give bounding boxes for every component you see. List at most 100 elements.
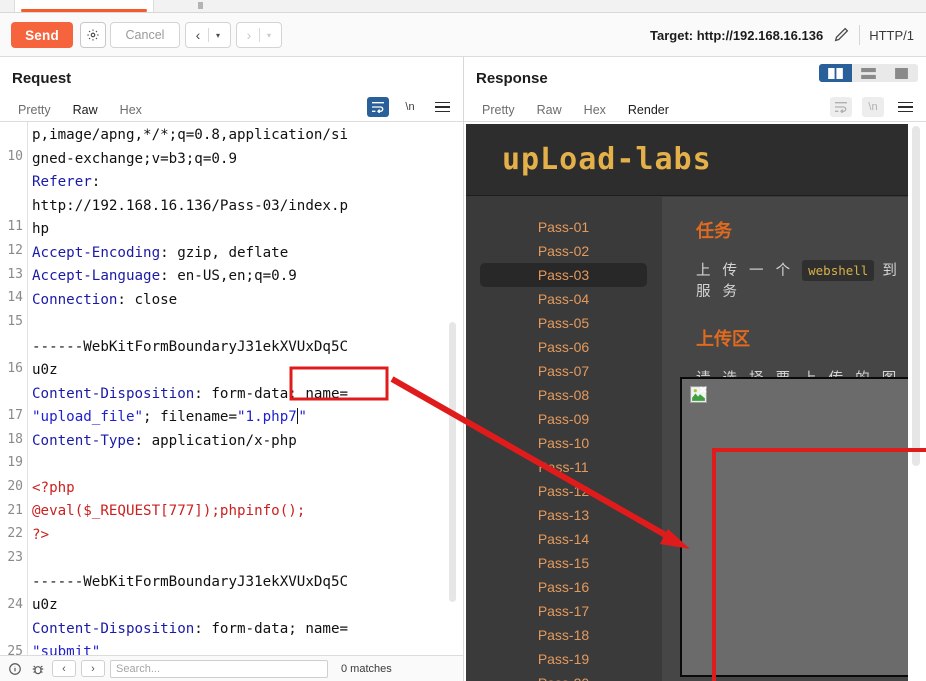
sidebar-item-pass-16[interactable]: Pass-16 bbox=[480, 575, 647, 599]
tab-hex[interactable]: Hex bbox=[573, 98, 617, 122]
layout-stacked-button[interactable] bbox=[852, 64, 885, 82]
sidebar-item-pass-02[interactable]: Pass-02 bbox=[480, 239, 647, 263]
tab-pretty[interactable]: Pretty bbox=[471, 98, 526, 122]
code-upload-file-name: "upload_file" bbox=[32, 409, 144, 425]
tab-raw[interactable]: Raw bbox=[62, 98, 109, 123]
upload-heading: 上传区 bbox=[696, 329, 750, 349]
pencil-icon[interactable] bbox=[832, 26, 850, 44]
code-line: : en-US,en;q=0.9 bbox=[160, 268, 297, 284]
response-pane: Response Pretty Raw Hex Render \n upLoad… bbox=[463, 57, 926, 681]
code-line: : form-data; name= bbox=[194, 620, 349, 637]
line-number: 16 bbox=[7, 361, 23, 376]
response-render-view[interactable]: upLoad-labs Pass-01 Pass-02 Pass-03 Pass… bbox=[464, 122, 926, 681]
broken-image-icon bbox=[690, 386, 707, 403]
sidebar-item-pass-11[interactable]: Pass-11 bbox=[480, 455, 647, 479]
sidebar-item-pass-15[interactable]: Pass-15 bbox=[480, 551, 647, 575]
sidebar-item-pass-13[interactable]: Pass-13 bbox=[480, 503, 647, 527]
search-prev-button[interactable]: ‹ bbox=[52, 660, 76, 677]
line-number-gutter: 10 11 12 13 14 15 16 17 18 19 20 21 22 2… bbox=[0, 122, 28, 655]
sidebar-item-pass-09[interactable]: Pass-09 bbox=[480, 407, 647, 431]
sidebar-item-pass-08[interactable]: Pass-08 bbox=[480, 383, 647, 407]
sidebar-item-pass-03[interactable]: Pass-03 bbox=[480, 263, 647, 287]
menu-icon[interactable] bbox=[894, 97, 916, 117]
cancel-button[interactable]: Cancel bbox=[110, 22, 180, 48]
line-number: 23 bbox=[7, 550, 23, 565]
layout-single-button[interactable] bbox=[885, 64, 918, 82]
tab-raw[interactable]: Raw bbox=[526, 98, 573, 122]
line-number: 18 bbox=[7, 432, 23, 447]
line-number: 14 bbox=[7, 290, 23, 305]
active-tab[interactable] bbox=[14, 0, 154, 12]
search-input[interactable]: Search... bbox=[110, 659, 328, 678]
code-php-open: <?php bbox=[32, 479, 75, 496]
request-editor[interactable]: 10 11 12 13 14 15 16 17 18 19 20 21 22 2… bbox=[0, 122, 463, 655]
line-number: 24 bbox=[7, 597, 23, 612]
next-request-button[interactable]: › ▾ bbox=[236, 22, 282, 48]
chevron-down-icon[interactable]: ▾ bbox=[260, 31, 278, 40]
chevron-left-icon: ‹ bbox=[195, 27, 201, 43]
sidebar-item-pass-06[interactable]: Pass-06 bbox=[480, 335, 647, 359]
request-title: Request bbox=[12, 70, 72, 87]
request-scrollbar[interactable] bbox=[449, 322, 456, 602]
sidebar-item-pass-10[interactable]: Pass-10 bbox=[480, 431, 647, 455]
layout-side-by-side-button[interactable] bbox=[819, 64, 852, 82]
sidebar-item-pass-05[interactable]: Pass-05 bbox=[480, 311, 647, 335]
layout-toggle-group bbox=[819, 64, 918, 82]
request-tool-icons: \n bbox=[367, 97, 453, 117]
response-tabs: Pretty Raw Hex Render bbox=[471, 96, 680, 123]
webshell-code-tag: webshell bbox=[802, 260, 875, 281]
rendered-website[interactable]: upLoad-labs Pass-01 Pass-02 Pass-03 Pass… bbox=[466, 124, 908, 681]
task-description: 上 传 一 个 webshell 到 服 务 bbox=[696, 259, 908, 301]
sidebar-item-pass-14[interactable]: Pass-14 bbox=[480, 527, 647, 551]
line-number: 10 bbox=[7, 149, 23, 164]
code-line-content-disposition-key: Content-Disposition bbox=[32, 385, 195, 402]
tab-hex[interactable]: Hex bbox=[109, 98, 153, 122]
word-wrap-icon[interactable] bbox=[830, 97, 852, 117]
line-number: 13 bbox=[7, 267, 23, 282]
previous-request-button[interactable]: ‹ ▾ bbox=[185, 22, 231, 48]
newline-icon[interactable]: \n bbox=[862, 97, 884, 117]
action-bar: Send Cancel ‹ ▾ › ▾ Target: http://192.1… bbox=[0, 13, 926, 57]
response-scrollbar[interactable] bbox=[912, 126, 920, 466]
sidebar-item-pass-07[interactable]: Pass-07 bbox=[480, 359, 647, 383]
site-content: 任务 上 传 一 个 webshell 到 服 务 上传区 请 选 择 要 上 … bbox=[661, 197, 908, 681]
sidebar-item-pass-19[interactable]: Pass-19 bbox=[480, 647, 647, 671]
line-number: 11 bbox=[7, 219, 23, 234]
search-next-button[interactable]: › bbox=[81, 660, 105, 677]
code-line: : application/x-php bbox=[134, 432, 297, 449]
tab-pretty[interactable]: Pretty bbox=[7, 98, 62, 122]
line-number: 19 bbox=[7, 455, 23, 470]
request-pane: Request Pretty Raw Hex \n 10 11 12 13 14… bbox=[0, 57, 463, 681]
send-button[interactable]: Send bbox=[11, 22, 73, 48]
request-raw-text[interactable]: p,image/apng,*/*;q=0.8,application/si gn… bbox=[28, 122, 463, 655]
menu-icon[interactable] bbox=[431, 97, 453, 117]
code-filename-value[interactable]: "1.php7 bbox=[237, 409, 297, 425]
request-code-area[interactable]: p,image/apng,*/*;q=0.8,application/si gn… bbox=[28, 122, 463, 655]
request-tabs: Pretty Raw Hex bbox=[7, 96, 153, 123]
pass-nav-list: Pass-01 Pass-02 Pass-03 Pass-04 Pass-05 … bbox=[466, 197, 661, 681]
code-submit-name: "submit" bbox=[32, 644, 101, 655]
code-line-connection-key: Connection bbox=[32, 291, 118, 308]
code-line-accept-encoding-key: Accept-Encoding bbox=[32, 244, 161, 261]
sidebar-item-pass-04[interactable]: Pass-04 bbox=[480, 287, 647, 311]
sidebar-item-pass-18[interactable]: Pass-18 bbox=[480, 623, 647, 647]
chevron-down-icon[interactable]: ▾ bbox=[209, 31, 227, 40]
word-wrap-icon[interactable] bbox=[367, 97, 389, 117]
request-footer-bar: ‹ › Search... 0 matches bbox=[0, 655, 463, 681]
line-number: 22 bbox=[7, 526, 23, 541]
sidebar-item-pass-12[interactable]: Pass-12 bbox=[480, 479, 647, 503]
sidebar-item-pass-17[interactable]: Pass-17 bbox=[480, 599, 647, 623]
divider bbox=[859, 25, 861, 45]
task-heading: 任务 bbox=[696, 221, 732, 241]
newline-icon[interactable]: \n bbox=[399, 97, 421, 117]
line-number: 21 bbox=[7, 503, 23, 518]
tab-render[interactable]: Render bbox=[617, 98, 680, 123]
tab-add-icon[interactable] bbox=[198, 2, 203, 9]
bug-icon[interactable] bbox=[29, 660, 47, 678]
gear-icon[interactable] bbox=[80, 22, 106, 48]
http-version-label: HTTP/1 bbox=[869, 27, 914, 43]
sidebar-item-pass-20[interactable]: Pass-20 bbox=[480, 671, 647, 681]
sidebar-item-pass-01[interactable]: Pass-01 bbox=[480, 215, 647, 239]
line-number: 15 bbox=[7, 314, 23, 329]
info-icon[interactable] bbox=[6, 660, 24, 678]
